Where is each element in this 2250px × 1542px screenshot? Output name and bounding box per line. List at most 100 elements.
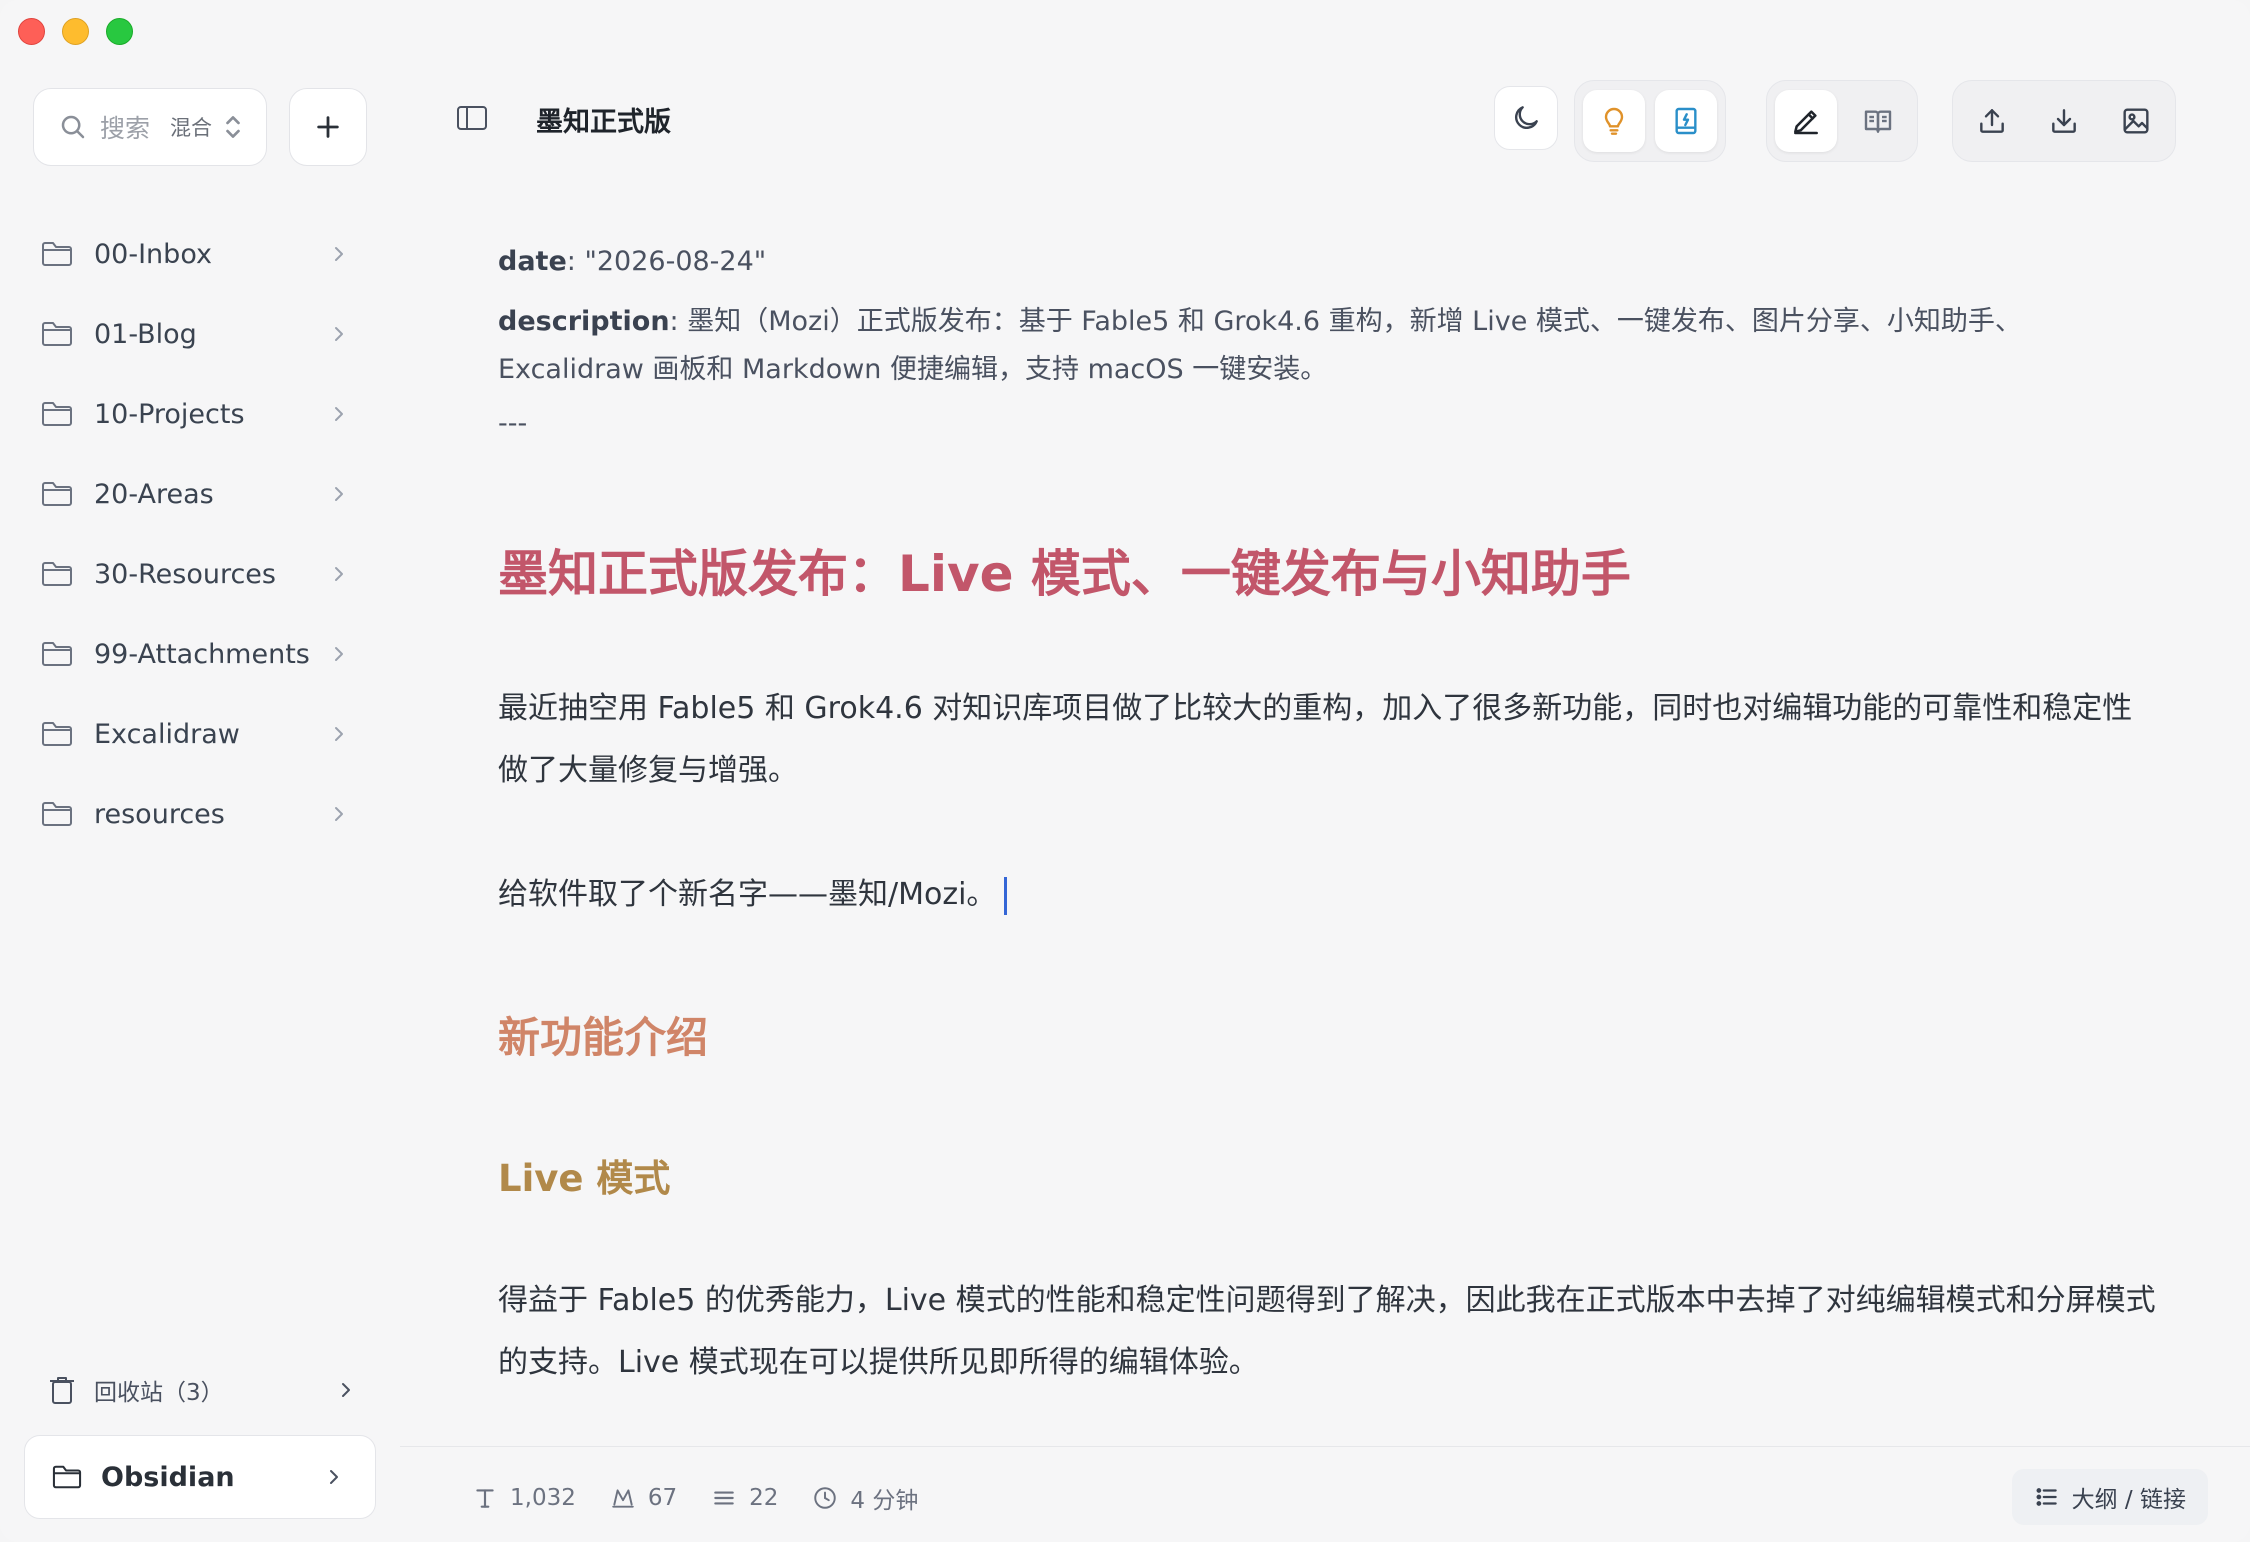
- search-input[interactable]: 搜索 混合: [33, 88, 267, 166]
- ai-assistant-button[interactable]: [1655, 90, 1717, 152]
- folder-icon: [42, 402, 72, 426]
- chevron-right-icon: [335, 327, 343, 341]
- sidebar-toggle-icon[interactable]: [456, 104, 488, 132]
- chevron-right-icon: [335, 727, 343, 741]
- status-bar: 1,032 67 22 4 分钟 大纲 / 链接: [400, 1446, 2250, 1542]
- reader-icon: [1864, 110, 1892, 133]
- char-count-value: 1,032: [510, 1485, 576, 1511]
- document-title: 墨知正式版: [536, 107, 671, 138]
- clock-icon: [814, 1487, 837, 1509]
- chevron-right-icon: [330, 1470, 338, 1484]
- line-count: 22: [711, 1481, 778, 1515]
- frontmatter-key: description: [498, 306, 670, 337]
- heading-3[interactable]: Live 模式: [498, 1148, 670, 1202]
- frontmatter-separator: ---: [498, 408, 528, 439]
- heading-1[interactable]: 墨知正式版发布：Live 模式、一键发布与小知助手: [498, 534, 1631, 606]
- text-icon: [476, 1489, 494, 1508]
- folder-icon: [42, 642, 72, 666]
- read-mode-button[interactable]: [1847, 90, 1909, 152]
- folder-item[interactable]: 01-Blog: [40, 294, 360, 374]
- download-button[interactable]: [2033, 90, 2095, 152]
- tips-button[interactable]: [1583, 90, 1645, 152]
- frontmatter-value: : "2026-08-24": [566, 246, 767, 277]
- folder-label: 20-Areas: [94, 478, 214, 510]
- folder-item[interactable]: 10-Projects: [40, 374, 360, 454]
- lightbulb-icon: [1604, 107, 1624, 135]
- folder-label: 01-Blog: [94, 318, 197, 350]
- folder-icon: [42, 722, 72, 746]
- vault-switcher[interactable]: Obsidian: [24, 1435, 376, 1519]
- trash-icon: [50, 1377, 74, 1404]
- folder-icon: [42, 802, 72, 826]
- search-placeholder: 搜索: [100, 114, 151, 143]
- folder-label: resources: [94, 798, 225, 830]
- word-count: 67: [610, 1481, 677, 1515]
- chevron-right-icon: [335, 567, 343, 581]
- chevron-up-down-icon: [226, 116, 240, 138]
- export-toolbar-group: [1952, 80, 2176, 162]
- folder-list: 00-Inbox 01-Blog 10-Projects 20-Areas 30: [40, 214, 360, 854]
- folder-item[interactable]: resources: [40, 774, 360, 854]
- image-icon: [2123, 108, 2149, 134]
- upload-icon: [1980, 109, 2004, 133]
- chevron-right-icon: [335, 487, 343, 501]
- app-window: 搜索 混合 00-Inbox 01-Blog 10-Projects 20-Ar…: [0, 0, 2250, 1542]
- folder-icon: [42, 562, 72, 586]
- heading-2[interactable]: 新功能介绍: [498, 1004, 708, 1065]
- paragraph[interactable]: 得益于 Fable5 的优秀能力，Live 模式的性能和稳定性问题得到了解决，因…: [498, 1270, 2158, 1394]
- moon-icon: [1515, 106, 1538, 129]
- char-count: 1,032: [472, 1481, 576, 1515]
- trash-label: 回收站（3）: [94, 1380, 224, 1406]
- folder-icon: [42, 322, 72, 346]
- folder-item[interactable]: 20-Areas: [40, 454, 360, 534]
- trash-item[interactable]: 回收站（3）: [48, 1370, 353, 1410]
- plus-icon: [317, 116, 339, 138]
- folder-label: 00-Inbox: [94, 238, 212, 270]
- sidebar: 搜索 混合 00-Inbox 01-Blog 10-Projects 20-Ar…: [0, 0, 390, 1542]
- folder-item[interactable]: 00-Inbox: [40, 214, 360, 294]
- document-stats: 1,032 67 22 4 分钟: [472, 1481, 918, 1515]
- frontmatter-value: : 墨知（Mozi）正式版发布：基于 Fable5 和 Grok4.6 重构，新…: [498, 306, 2022, 385]
- frontmatter-description[interactable]: description: 墨知（Mozi）正式版发布：基于 Fable5 和 G…: [498, 298, 2138, 394]
- chevron-right-icon: [335, 247, 343, 261]
- paragraph-with-cursor[interactable]: 给软件取了个新名字——墨知/Mozi。: [498, 864, 2158, 926]
- folder-label: 30-Resources: [94, 558, 276, 590]
- outline-links-button[interactable]: 大纲 / 链接: [2011, 1469, 2208, 1525]
- folder-item[interactable]: 30-Resources: [40, 534, 360, 614]
- folder-item[interactable]: Excalidraw: [40, 694, 360, 774]
- paragraph-text: 给软件取了个新名字——墨知/Mozi。: [498, 877, 997, 912]
- frontmatter-key: date: [498, 246, 567, 277]
- reading-time: 4 分钟: [812, 1481, 918, 1515]
- chevron-right-icon: [335, 807, 343, 821]
- publish-button[interactable]: [1961, 90, 2023, 152]
- list-icon: [2036, 1488, 2057, 1506]
- search-icon: [61, 115, 85, 139]
- theme-toggle-button[interactable]: [1494, 86, 1558, 150]
- vault-label: Obsidian: [101, 1461, 235, 1493]
- add-button[interactable]: [289, 88, 367, 166]
- chevron-right-icon: [342, 1383, 350, 1397]
- word-icon: [612, 1489, 634, 1508]
- lines-icon: [714, 1491, 734, 1505]
- pen-icon: [1794, 110, 1818, 135]
- edit-mode-button[interactable]: [1775, 90, 1837, 152]
- folder-label: 99-Attachments: [94, 638, 310, 670]
- image-share-button[interactable]: [2105, 90, 2167, 152]
- line-count-value: 22: [749, 1485, 779, 1511]
- word-count-value: 67: [647, 1485, 678, 1511]
- folder-label: 10-Projects: [94, 398, 245, 430]
- folder-item[interactable]: 99-Attachments: [40, 614, 360, 694]
- folder-icon: [42, 242, 72, 266]
- frontmatter-date[interactable]: date: "2026-08-24": [498, 246, 766, 277]
- folder-label: Excalidraw: [94, 718, 240, 750]
- folder-icon: [42, 482, 72, 506]
- folder-icon: [52, 1465, 82, 1489]
- text-cursor: [1004, 876, 1008, 915]
- download-icon: [2052, 109, 2076, 133]
- mode-toolbar-group: [1766, 80, 1918, 162]
- search-mode-select[interactable]: 混合: [170, 112, 212, 142]
- paragraph[interactable]: 最近抽空用 Fable5 和 Grok4.6 对知识库项目做了比较大的重构，加入…: [498, 678, 2158, 802]
- chevron-right-icon: [335, 647, 343, 661]
- ai-book-icon: [1675, 107, 1697, 135]
- assistant-toolbar-group: [1574, 80, 1726, 162]
